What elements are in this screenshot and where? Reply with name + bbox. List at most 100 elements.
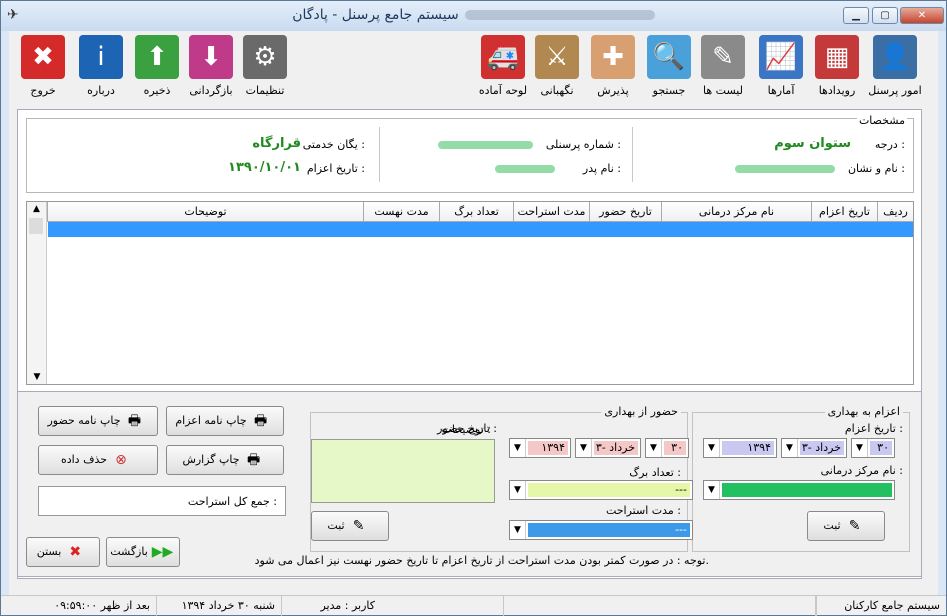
divider — [632, 127, 633, 182]
rest-select[interactable]: ▼ --- — [509, 520, 693, 540]
toolbar-restore-button[interactable]: ⬇ بازگردانی — [183, 35, 239, 101]
title-bar: ✈ سیستم جامع پرسنل - پادگان ▁ ▢ ✕ — [1, 1, 946, 31]
status-bar: سیستم جامع کارکنان کاربر : مدیر شنبه ۳۰ … — [1, 595, 946, 616]
father-name-label: نام پدر : — [582, 162, 621, 175]
stats-icon: 📈 — [759, 35, 803, 79]
toolbar-exit-button[interactable]: ✖ خروج — [15, 35, 71, 101]
rest-label: مدت استراحت : — [605, 504, 681, 517]
toolbar-search-button[interactable]: 🔍 جستجو — [641, 35, 697, 101]
father-name-blurred — [495, 163, 555, 176]
grid-header-4[interactable]: مدت استراحت — [513, 202, 589, 222]
delete-icon: ⊗ — [115, 452, 127, 468]
toolbar-reception-label: پذیرش — [597, 84, 629, 97]
toolbar-guard-label: نگهبانی — [540, 84, 574, 97]
back-button[interactable]: بازگشت ▶▶ — [106, 537, 180, 567]
dispatch-submit-button[interactable]: ثبت ✎ — [807, 511, 885, 541]
save-icon: ⬆ — [135, 35, 179, 79]
window-title: سیستم جامع پرسنل - پادگان — [1, 7, 946, 23]
close-button[interactable]: ✕ — [900, 7, 944, 24]
name-label: نام و نشان : — [847, 162, 905, 175]
client-area: 👤 امور پرسنل ▦ رویدادها 📈 آمارها ✎ لیست ها 🔍 جستج… — [9, 31, 938, 609]
sheets-select[interactable]: ▼ --- — [509, 480, 693, 500]
attend-fieldset: حضور از بهداری تاریخ حضور : ▼ ۳۰ ▼ ۳- خردا… — [310, 405, 693, 552]
toolbar-personnel-label: امور پرسنل — [868, 84, 922, 97]
dispatch-year-select[interactable]: ▼ ۱۳۹۴ — [703, 438, 777, 458]
toolbar-save-button[interactable]: ⬆ ذخیره — [129, 35, 185, 101]
attend-month-select[interactable]: ▼ ۳- خرداد — [575, 438, 641, 458]
toolbar-settings-button[interactable]: ⚙ تنظیمات — [237, 35, 293, 101]
sheets-label: تعداد برگ : — [629, 466, 681, 479]
total-rest-box: جمع کل استراحت : — [38, 486, 286, 516]
settings-icon: ⚙ — [243, 35, 287, 79]
dispatch-date-value: ۱۳۹۰/۱۰/۰۱ — [228, 160, 301, 175]
grid-scrollbar[interactable]: ▲ ▼ — [27, 202, 47, 384]
close-form-button[interactable]: بستن ✖ — [26, 537, 100, 567]
toolbar-stats-label: آمارها — [767, 84, 795, 97]
table-row-selected[interactable] — [48, 222, 913, 237]
attend-submit-button[interactable]: ثبت ✎ — [311, 511, 389, 541]
note-text: توجه : در صورت کمتر بودن مدت استراحت از … — [254, 554, 709, 567]
dispatch-month-select[interactable]: ▼ ۳- خرداد — [781, 438, 847, 458]
toolbar-personnel-button[interactable]: 👤 امور پرسنل — [867, 35, 923, 101]
rank-value: ستوان سوم — [774, 136, 851, 151]
lists-icon: ✎ — [701, 35, 745, 79]
center-label: نام مرکز درمانی : — [820, 464, 903, 477]
toolbar-events-button[interactable]: ▦ رویدادها — [809, 35, 865, 101]
grid-header-3[interactable]: تاریخ حضور — [589, 202, 661, 222]
dispatch-day-select[interactable]: ▼ ۳۰ — [851, 438, 895, 458]
toolbar-ready-label: لوحه آماده — [478, 84, 528, 97]
pencil-icon: ✎ — [848, 518, 861, 534]
pencil-icon: ✎ — [352, 518, 365, 534]
toolbar-reception-button[interactable]: ✚ پذیرش — [585, 35, 641, 101]
printer-icon: 🖶 — [127, 413, 142, 429]
exit-icon: ✖ — [21, 35, 65, 79]
minimize-button[interactable]: ▁ — [843, 7, 869, 24]
toolbar-about-label: درباره — [87, 84, 115, 97]
status-user: کاربر : مدیر — [281, 596, 381, 616]
grid-header-0[interactable]: ردیف — [877, 202, 913, 222]
records-grid[interactable]: ▲ ▼ ردیف تاریخ اعزام نام مرکز درمانی تاریخ … — [26, 201, 914, 385]
print-attend-button[interactable]: چاپ نامه حضور 🖶 — [38, 406, 158, 436]
toolbar-settings-label: تنظیمات — [245, 84, 285, 97]
toolbar-guard-button[interactable]: ⚔ نگهبانی — [529, 35, 585, 101]
divider — [379, 127, 380, 182]
grid-header-2[interactable]: نام مرکز درمانی — [661, 202, 811, 222]
toolbar-ready-button[interactable]: 🚑 لوحه آماده — [475, 35, 531, 101]
grid-header-1[interactable]: تاریخ اعزام — [811, 202, 877, 222]
search-icon: 🔍 — [647, 35, 691, 79]
scroll-thumb[interactable] — [29, 218, 43, 234]
events-icon: ▦ — [815, 35, 859, 79]
toolbar-save-label: ذخیره — [143, 84, 171, 97]
description-textarea[interactable] — [311, 439, 495, 503]
center-select[interactable]: ▼ — [703, 480, 895, 500]
dispatch-date-label: تاریخ اعزام : — [306, 162, 365, 175]
grid-header-6[interactable]: مدت نهست — [363, 202, 439, 222]
scroll-up-icon[interactable]: ▲ — [27, 202, 46, 216]
scroll-down-icon[interactable]: ▼ — [27, 370, 47, 384]
toolbar-lists-button[interactable]: ✎ لیست ها — [695, 35, 751, 101]
ready-icon: 🚑 — [481, 35, 525, 79]
unit-label: یگان خدمتی : — [302, 138, 365, 151]
print-report-button[interactable]: چاپ گزارش 🖶 — [166, 445, 284, 475]
about-icon: i — [79, 35, 123, 79]
forward-arrow-icon: ▶▶ — [151, 544, 174, 560]
personnel-icon: 👤 — [873, 35, 917, 79]
toolbar-exit-label: خروج — [30, 84, 56, 97]
guard-icon: ⚔ — [535, 35, 579, 79]
grid-header-7[interactable]: توضیحات — [47, 202, 363, 222]
grid-header-5[interactable]: تعداد برگ — [439, 202, 513, 222]
print-dispatch-button[interactable]: چاپ نامه اعزام 🖶 — [166, 406, 284, 436]
toolbar-stats-button[interactable]: 📈 آمارها — [753, 35, 809, 101]
dispatch-fieldset: اعزام به بهداری تاریخ اعزام : ▼ ۳۰ ▼ ۳- خر… — [692, 405, 910, 552]
attend-day-select[interactable]: ▼ ۳۰ — [645, 438, 689, 458]
unit-value: قرارگاه — [252, 136, 301, 151]
personnel-number-label: شماره پرسنلی : — [545, 138, 621, 151]
description-label: توضیحات : — [441, 423, 491, 436]
toolbar-about-button[interactable]: i درباره — [73, 35, 129, 101]
total-rest-label: جمع کل استراحت : — [187, 495, 277, 508]
status-time: ۰۹:۵۹:۰۰ بعد از ظهر — [54, 599, 150, 612]
maximize-button[interactable]: ▢ — [872, 7, 898, 24]
attend-year-select[interactable]: ▼ ۱۳۹۴ — [509, 438, 571, 458]
delete-data-button[interactable]: حذف داده ⊗ — [38, 445, 158, 475]
rank-label: درجه : — [874, 138, 905, 151]
